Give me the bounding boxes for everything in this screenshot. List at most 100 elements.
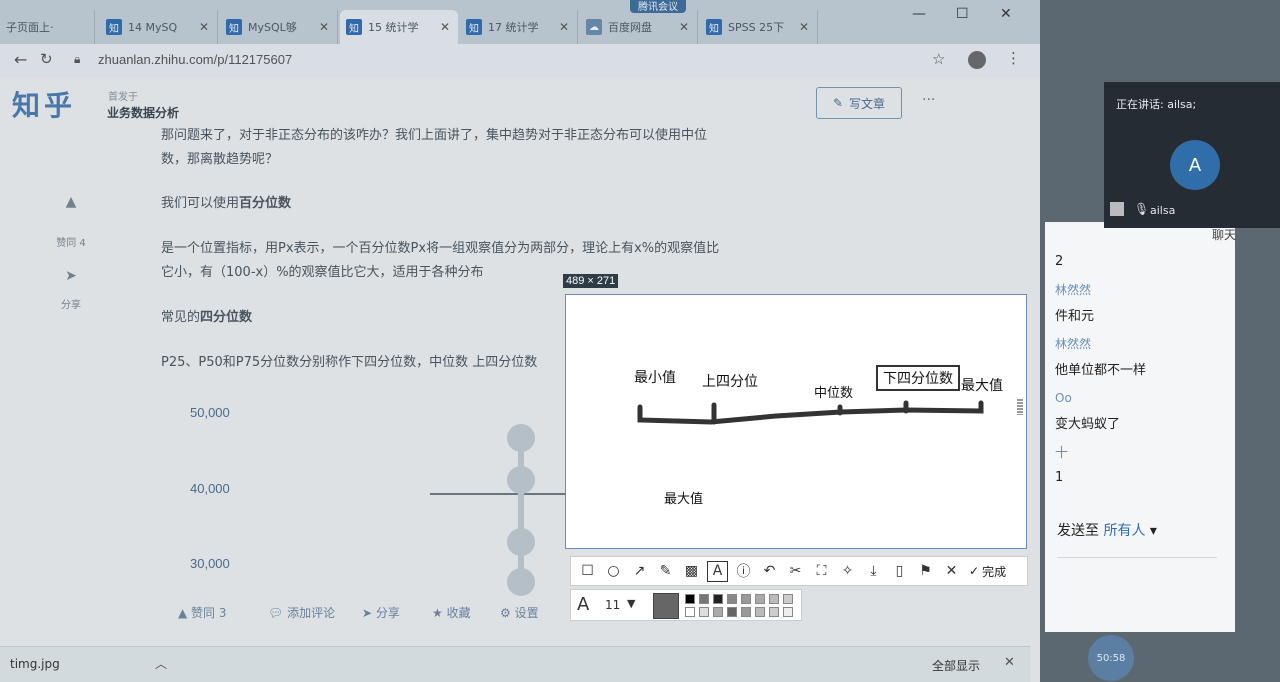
color-swatch[interactable] — [727, 594, 737, 604]
close-icon[interactable]: ✕ — [679, 20, 689, 34]
share-icon: ➤ — [362, 606, 376, 620]
color-swatch[interactable] — [783, 594, 793, 604]
write-article-button[interactable]: ✎ 写文章 — [816, 87, 902, 119]
phone-icon[interactable]: ▯ — [889, 561, 910, 582]
chat-sender: 林然然 — [1055, 337, 1092, 351]
participant-name: ailsa — [1150, 204, 1176, 217]
close-icon[interactable]: ✕ — [199, 20, 209, 34]
profile-avatar[interactable] — [968, 51, 986, 69]
axis-label-bottom: 30,000 — [190, 556, 230, 571]
cancel-icon[interactable]: ✕ — [941, 561, 962, 582]
rectangle-tool-icon[interactable]: ☐ — [577, 561, 598, 582]
chat-sender: 林然然 — [1055, 283, 1092, 297]
mosaic-tool-icon[interactable]: ▩ — [681, 561, 702, 582]
cloud-icon: ☁ — [586, 19, 602, 35]
close-icon[interactable]: ✕ — [440, 20, 450, 34]
cut-icon[interactable]: ✂ — [785, 561, 806, 582]
close-icon[interactable]: ✕ — [799, 20, 809, 34]
comment-button[interactable]: 💬︎ 添加评论 — [268, 604, 335, 621]
tab-bar: 子页面上· 知 14 MySQ ✕ 知 MySQL够 ✕ 知 15 统计学 ✕ 知 17 统计… — [0, 0, 1040, 44]
chevron-up-icon[interactable]: ︿ — [155, 655, 167, 672]
favorite-button[interactable]: ★ 收藏 — [432, 604, 471, 621]
color-swatch[interactable] — [783, 607, 793, 617]
chat-message: 变大蚂蚁了 — [1055, 417, 1121, 432]
color-swatch[interactable] — [741, 594, 751, 604]
more-icon[interactable]: ··· — [922, 92, 935, 108]
color-swatch[interactable] — [741, 607, 751, 617]
color-swatch[interactable] — [713, 607, 723, 617]
chart-point — [507, 568, 535, 596]
chat-message: 件和元 — [1055, 309, 1095, 324]
color-swatch[interactable] — [685, 607, 695, 617]
chat-message: 十 — [1055, 446, 1069, 461]
pen-tool-icon[interactable]: ✎ — [655, 561, 676, 582]
settings-button[interactable]: ⚙ 设置 — [500, 604, 539, 621]
color-swatch[interactable] — [769, 594, 779, 604]
pin-icon[interactable]: ✧ — [837, 561, 858, 582]
text-tool-icon[interactable]: A — [707, 560, 728, 582]
paragraph-2: 我们可以使用百分位数 — [161, 196, 292, 211]
lock-icon[interactable]: 🔒︎ — [74, 52, 80, 67]
agree-button[interactable]: ▲ 赞同 3 — [178, 604, 227, 621]
capture-size-tag: 489 × 271 — [563, 274, 619, 288]
speaking-indicator: 正在讲话: ailsa; — [1116, 98, 1197, 111]
close-icon[interactable]: ✕ — [1004, 655, 1015, 670]
color-swatch[interactable] — [755, 607, 765, 617]
gear-icon: ⚙ — [500, 606, 515, 620]
arrow-tool-icon[interactable]: ↗ — [629, 561, 650, 582]
ellipse-tool-icon[interactable]: ○ — [603, 561, 624, 582]
undo-icon[interactable]: ↶ — [759, 561, 780, 582]
done-button[interactable]: ✓ 完成 — [969, 563, 1006, 580]
show-all-link[interactable]: 全部显示 — [932, 657, 980, 674]
upvote-icon[interactable]: ▲ — [50, 194, 92, 210]
column-caption: 首发于 — [108, 92, 138, 103]
share-icon[interactable]: ➤ — [50, 268, 92, 284]
color-swatch[interactable] — [769, 607, 779, 617]
star-icon[interactable]: ☆ — [932, 50, 945, 68]
color-swatch[interactable] — [755, 594, 765, 604]
minimize-icon[interactable]: — — [912, 6, 926, 22]
star-icon: ★ — [432, 606, 447, 620]
edit-icon: ✎ — [832, 96, 844, 110]
download-filename[interactable]: timg.jpg — [10, 657, 60, 671]
reload-icon[interactable]: ↻ — [40, 50, 53, 68]
close-icon[interactable]: ✕ — [319, 20, 329, 34]
color-swatch[interactable] — [699, 607, 709, 617]
crop-icon[interactable]: ⛶ — [811, 561, 832, 582]
chat-sender: Oo — [1055, 391, 1072, 405]
color-swatch[interactable] — [699, 594, 709, 604]
download-icon[interactable]: ⤓ — [863, 561, 884, 582]
url-field[interactable]: zhuanlan.zhihu.com/p/112175607 — [98, 52, 292, 67]
axis-label-top: 50,000 — [190, 405, 230, 420]
tab-4[interactable]: 知 17 统计学 ✕ — [460, 10, 578, 44]
color-swatch[interactable] — [713, 594, 723, 604]
chat-message: 他单位都不一样 — [1055, 363, 1147, 378]
tab-3-active[interactable]: 知 15 统计学 ✕ — [340, 10, 458, 44]
tab-5[interactable]: ☁ 百度网盘 ✕ — [580, 10, 698, 44]
menu-icon[interactable]: ⋮ — [1006, 49, 1021, 67]
tab-6[interactable]: 知 SPSS 25下 ✕ — [700, 10, 818, 44]
number-tool-icon[interactable]: ⓘ — [733, 561, 754, 582]
bookmark-icon[interactable]: ⚑ — [915, 561, 936, 582]
color-swatch[interactable] — [727, 607, 737, 617]
paragraph-1: 那问题来了，对于非正态分布的该咋办？我们上面讲了，集中趋势对于非正态分布可以使用… — [161, 128, 708, 167]
tab-0[interactable]: 子页面上· — [0, 10, 95, 44]
color-swatch[interactable] — [685, 594, 695, 604]
close-window-icon[interactable]: ✕ — [1000, 6, 1012, 22]
tab-1[interactable]: 知 14 MySQ ✕ — [100, 10, 218, 44]
boxplot-sketch — [637, 399, 1023, 425]
maximize-icon[interactable]: ☐ — [956, 6, 969, 22]
current-color-swatch[interactable] — [653, 593, 679, 619]
font-size-select[interactable]: 11 — [605, 598, 620, 612]
capture-canvas[interactable]: 最小值 上四分位 中位数 下四分位数 最大值 最大值 — [565, 294, 1027, 549]
close-icon[interactable]: ✕ — [559, 20, 569, 34]
chart-point — [507, 424, 535, 452]
column-title[interactable]: 业务数据分析 — [107, 104, 179, 121]
chat-input[interactable] — [1057, 544, 1217, 558]
send-to[interactable]: 发送至 所有人 ▾ — [1057, 520, 1157, 540]
share-button[interactable]: ➤ 分享 — [362, 604, 400, 621]
tab-2[interactable]: 知 MySQL够 ✕ — [220, 10, 338, 44]
chevron-down-icon[interactable]: ▼ — [627, 597, 635, 610]
zhihu-logo[interactable]: 知乎 — [12, 84, 76, 124]
back-icon[interactable]: ← — [14, 50, 27, 69]
